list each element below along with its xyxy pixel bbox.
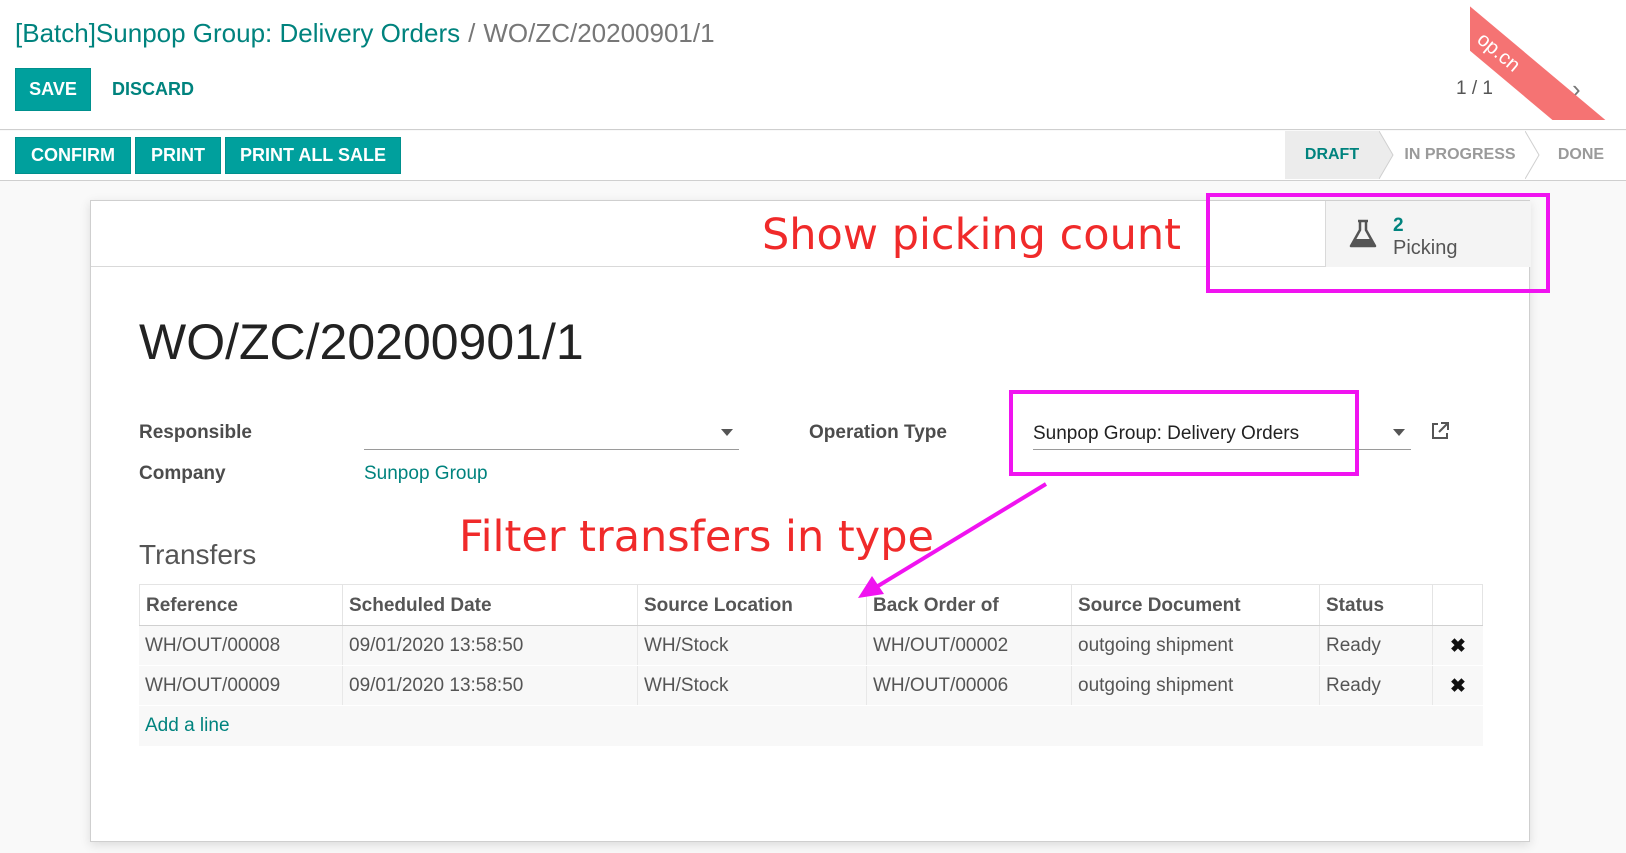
stage-draft[interactable]: DRAFT bbox=[1285, 131, 1379, 179]
highlight-box-picking bbox=[1206, 193, 1550, 293]
stage-in-progress[interactable]: IN PROGRESS bbox=[1395, 131, 1525, 179]
confirm-button[interactable]: CONFIRM bbox=[15, 137, 131, 174]
delete-row-icon[interactable]: ✖ bbox=[1433, 626, 1483, 665]
control-panel: [Batch]Sunpop Group: Delivery Orders / WO/… bbox=[0, 0, 1626, 130]
table-row[interactable]: WH/OUT/00009 09/01/2020 13:58:50 WH/Stoc… bbox=[139, 666, 1483, 706]
transfers-section-title: Transfers bbox=[139, 539, 257, 570]
delete-row-icon[interactable]: ✖ bbox=[1433, 666, 1483, 705]
cell-status: Ready bbox=[1320, 626, 1433, 665]
column-header-source-location[interactable]: Source Location bbox=[638, 585, 867, 625]
record-title: WO/ZC/20200901/1 bbox=[139, 314, 584, 370]
breadcrumb-separator: / bbox=[468, 18, 476, 48]
cell-back-order-of: WH/OUT/00006 bbox=[867, 666, 1072, 705]
discard-button[interactable]: DISCARD bbox=[103, 68, 203, 111]
column-header-status[interactable]: Status bbox=[1320, 585, 1433, 625]
add-line-row: Add a line bbox=[139, 706, 1483, 746]
external-link-icon[interactable] bbox=[1429, 420, 1451, 442]
print-button[interactable]: PRINT bbox=[135, 137, 221, 174]
stage-separator bbox=[1379, 131, 1394, 179]
cell-reference: WH/OUT/00009 bbox=[139, 666, 343, 705]
annotation-picking-count: Show picking count bbox=[762, 210, 1181, 260]
add-line-link[interactable]: Add a line bbox=[145, 715, 230, 736]
cell-back-order-of: WH/OUT/00002 bbox=[867, 626, 1072, 665]
save-button[interactable]: SAVE bbox=[15, 68, 91, 111]
column-header-back-order-of[interactable]: Back Order of bbox=[867, 585, 1072, 625]
watermark-ribbon: op.cn bbox=[1470, 0, 1626, 120]
table-header: Reference Scheduled Date Source Location… bbox=[139, 584, 1483, 626]
transfers-table: Reference Scheduled Date Source Location… bbox=[139, 584, 1483, 746]
cell-source-document: outgoing shipment bbox=[1072, 626, 1320, 665]
cell-source-location: WH/Stock bbox=[638, 666, 867, 705]
cell-scheduled-date: 09/01/2020 13:58:50 bbox=[343, 666, 638, 705]
company-label: Company bbox=[139, 463, 226, 484]
column-header-delete bbox=[1433, 585, 1483, 625]
table-row[interactable]: WH/OUT/00008 09/01/2020 13:58:50 WH/Stoc… bbox=[139, 626, 1483, 666]
highlight-box-operation-type bbox=[1009, 390, 1359, 476]
cell-reference: WH/OUT/00008 bbox=[139, 626, 343, 665]
company-value[interactable]: Sunpop Group bbox=[364, 463, 488, 485]
responsible-label: Responsible bbox=[139, 422, 252, 443]
responsible-field[interactable] bbox=[364, 414, 739, 450]
print-all-sale-button[interactable]: PRINT ALL SALE bbox=[225, 137, 401, 174]
breadcrumb-parent-link[interactable]: [Batch]Sunpop Group: Delivery Orders bbox=[15, 18, 460, 48]
breadcrumb: [Batch]Sunpop Group: Delivery Orders / WO/… bbox=[15, 18, 715, 49]
stage-separator bbox=[1525, 131, 1540, 179]
dropdown-caret-icon[interactable] bbox=[721, 429, 733, 436]
status-header: CONFIRM PRINT PRINT ALL SALE DRAFT IN PR… bbox=[0, 131, 1626, 181]
column-header-scheduled-date[interactable]: Scheduled Date bbox=[343, 585, 638, 625]
stage-done[interactable]: DONE bbox=[1541, 131, 1621, 179]
cell-source-location: WH/Stock bbox=[638, 626, 867, 665]
cell-source-document: outgoing shipment bbox=[1072, 666, 1320, 705]
breadcrumb-current: WO/ZC/20200901/1 bbox=[483, 18, 715, 48]
annotation-filter-transfers: Filter transfers in type bbox=[459, 512, 934, 562]
watermark-text: op.cn bbox=[1470, 0, 1626, 120]
cell-scheduled-date: 09/01/2020 13:58:50 bbox=[343, 626, 638, 665]
column-header-reference[interactable]: Reference bbox=[139, 585, 343, 625]
dropdown-caret-icon[interactable] bbox=[1393, 429, 1405, 436]
column-header-source-document[interactable]: Source Document bbox=[1072, 585, 1320, 625]
operation-type-label: Operation Type bbox=[809, 422, 947, 443]
cell-status: Ready bbox=[1320, 666, 1433, 705]
